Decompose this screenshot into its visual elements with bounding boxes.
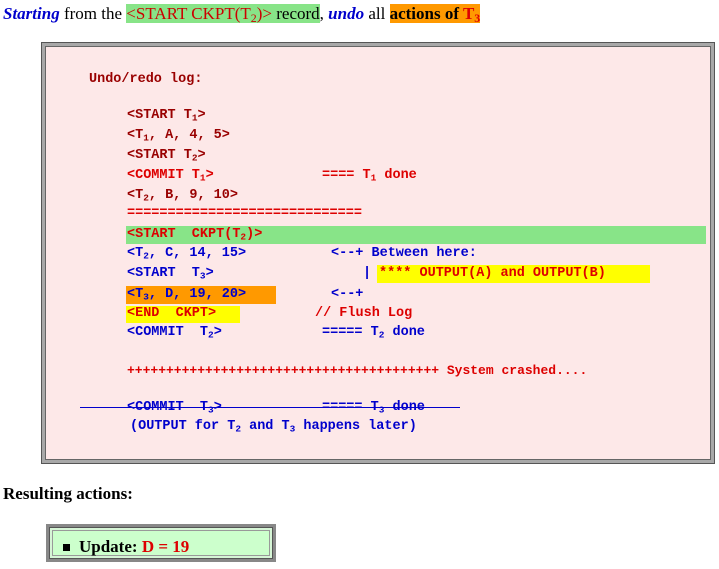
l3-end: > (197, 148, 206, 163)
l11-note-end: done (384, 325, 425, 340)
update-label: Update: (79, 537, 142, 556)
strikethrough-line (80, 407, 460, 408)
log-system-crashed: ++++++++++++++++++++++++++++++++++++++++… (127, 363, 588, 378)
l11-note: ===== T (322, 325, 379, 340)
log-note-output: **** OUTPUT(A) and OUTPUT(B) (379, 266, 606, 281)
l4-text: <COMMIT T (127, 168, 200, 183)
log-note-t2-done: ===== T2 done (322, 325, 425, 341)
update-value: D = 19 (141, 537, 190, 556)
log-line-commit-t3: <COMMIT T3> (127, 400, 222, 416)
bullet-icon (63, 544, 70, 551)
log-line-commit-t2: <COMMIT T2> (127, 325, 222, 341)
heading-t3-sub: 3 (474, 10, 481, 25)
l11-end: > (213, 325, 222, 340)
heading-comma: , (319, 4, 329, 23)
l2-a: <T (127, 128, 144, 143)
log-line-t2-c: <T2, C, 14, 15> (127, 246, 246, 262)
log-line-start-ckpt: <START CKPT(T2)> (127, 227, 262, 243)
l4-note: ==== T (322, 168, 371, 183)
heading-ckpt-record: <START CKPT(T2)> record (126, 4, 320, 24)
log-note-between: <--+ Between here: (331, 246, 477, 261)
update-text: Update: D = 19 (79, 537, 189, 557)
update-box: Update: D = 19 (46, 524, 276, 562)
heading-undo: undo (328, 4, 365, 23)
log-line-start-t3: <START T3> (127, 266, 214, 282)
log-output-later: (OUTPUT for T2 and T3 happens later) (130, 419, 417, 435)
log-line-start-t2: <START T2> (127, 148, 206, 164)
heading-t3: T (462, 4, 475, 23)
log-line-t2-b: <T2, B, 9, 10> (127, 188, 238, 204)
log-note-bar: | (363, 266, 372, 281)
l3-text: <START T (127, 148, 192, 163)
l8-text: <START T (127, 266, 200, 281)
heading-all: all (364, 4, 390, 23)
l11-text: <COMMIT T (127, 325, 209, 340)
l13-a: (OUTPUT for T (130, 419, 236, 434)
l4-note-end: done (376, 168, 417, 183)
l6-end: )> (246, 227, 263, 242)
log-note-t3-done: ===== T3 done (322, 400, 425, 416)
log-separator: ============================= (127, 206, 362, 221)
heading-ckpt-text: <START CKPT(T (126, 4, 251, 23)
log-title: Undo/redo log: (89, 72, 203, 87)
l4-end: > (205, 168, 214, 183)
l5-b: , B, 9, 10> (148, 188, 238, 203)
log-note-t1-done: ==== T1 done (322, 168, 417, 184)
l9-a: <T (127, 287, 144, 302)
heading-starting: Starting (3, 4, 60, 23)
l13-c: happens later) (295, 419, 417, 434)
update-inner: Update: D = 19 (52, 530, 270, 556)
l5-a: <T (127, 188, 144, 203)
heading-actions: actions of T3 (389, 4, 481, 25)
log-line-commit-t1: <COMMIT T1> (127, 168, 214, 184)
l2-b: , A, 4, 5> (148, 128, 230, 143)
l7-b: , C, 14, 15> (148, 246, 247, 261)
l7-a: <T (127, 246, 144, 261)
l13-b: and T (241, 419, 290, 434)
l9-b: , D, 19, 20> (148, 287, 247, 302)
log-line-t3-d: <T3, D, 19, 20> (127, 287, 246, 303)
l1-end: > (197, 108, 206, 123)
log-line-t1-a: <T1, A, 4, 5> (127, 128, 230, 144)
log-line-start-t1: <START T1> (127, 108, 206, 124)
log-line-end-ckpt: <END CKPT> (127, 306, 217, 321)
heading: Starting from the <START CKPT(T2)> recor… (3, 4, 481, 25)
heading-from-the: from the (59, 4, 127, 23)
l6-text: <START CKPT(T (127, 227, 241, 242)
heading-record: record (271, 4, 320, 23)
log-note-arrow: <--+ (331, 287, 364, 302)
heading-actions-text: actions of (389, 4, 463, 23)
resulting-actions-heading: Resulting actions: (3, 484, 133, 503)
l1-text: <START T (127, 108, 192, 123)
l8-end: > (205, 266, 214, 281)
log-note-flush: // Flush Log (315, 306, 413, 321)
heading-ckpt-end: )> (256, 4, 272, 23)
